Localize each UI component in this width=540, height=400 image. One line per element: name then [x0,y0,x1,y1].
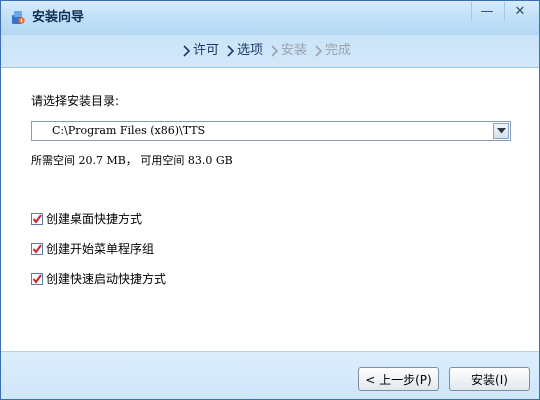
space-required-label: 所需空间 [31,154,75,167]
close-icon: ✕ [514,3,526,19]
chevron-right-icon [183,45,190,57]
disk-space-info: 所需空间 20.7 MB， 可用空间 83.0 GB [31,152,233,168]
install-path-value: C:\Program Files (x86)\TTS [52,124,206,137]
option-label: 创建桌面快捷方式 [46,212,143,226]
chevron-right-icon [315,45,323,57]
title-bar: 安装向导 — ✕ [1,1,539,35]
space-available-label: 可用空间 [140,154,185,167]
step-finish: 完成 [315,42,351,60]
window-title: 安装向导 [32,10,85,25]
option-label: 创建开始菜单程序组 [46,242,155,256]
step-label: 完成 [325,43,352,58]
chevron-right-icon [271,45,279,57]
chevron-right-icon [227,45,235,57]
back-button[interactable]: < 上一步(P) [358,367,439,391]
step-breadcrumb: 许可 选项 安装 完成 [183,42,359,60]
footer-bar: < 上一步(P) 安装(I) [1,351,539,399]
installer-window: 安装向导 — ✕ 许可 选项 安装 完成 请选择安装目录: C:\Program… [0,0,540,400]
step-options: 选项 [227,42,263,60]
close-button[interactable]: ✕ [504,2,535,20]
installer-icon [10,9,26,25]
steps-bar: 许可 选项 安装 完成 [1,35,539,68]
checkbox-checked-icon[interactable] [31,242,43,255]
space-separator: ， [125,154,137,167]
space-available-value: 83.0 GB [187,154,233,167]
space-required-value: 20.7 MB [78,154,126,167]
minimize-icon: — [480,3,494,19]
back-button-label: < 上一步(P) [365,372,432,387]
step-label: 许可 [193,43,220,58]
dropdown-button[interactable] [493,123,509,139]
step-label: 安装 [281,43,308,58]
option-quick-launch-shortcut[interactable]: 创建快速启动快捷方式 [31,270,166,287]
minimize-button[interactable]: — [471,2,502,20]
install-dir-label: 请选择安装目录: [31,94,120,108]
install-button[interactable]: 安装(I) [449,367,530,391]
option-start-menu-group[interactable]: 创建开始菜单程序组 [31,240,154,257]
dropdown-arrow-icon [496,128,506,134]
checkbox-checked-icon[interactable] [31,212,43,225]
install-path-combobox[interactable]: C:\Program Files (x86)\TTS [31,121,511,141]
option-label: 创建快速启动快捷方式 [46,272,167,286]
install-button-label: 安装(I) [471,372,508,387]
step-license: 许可 [183,42,219,60]
main-content: 请选择安装目录: C:\Program Files (x86)\TTS 所需空间… [1,68,539,351]
option-desktop-shortcut[interactable]: 创建桌面快捷方式 [31,210,142,227]
step-install: 安装 [271,42,307,60]
checkbox-checked-icon[interactable] [31,272,43,285]
step-label: 选项 [237,43,264,58]
